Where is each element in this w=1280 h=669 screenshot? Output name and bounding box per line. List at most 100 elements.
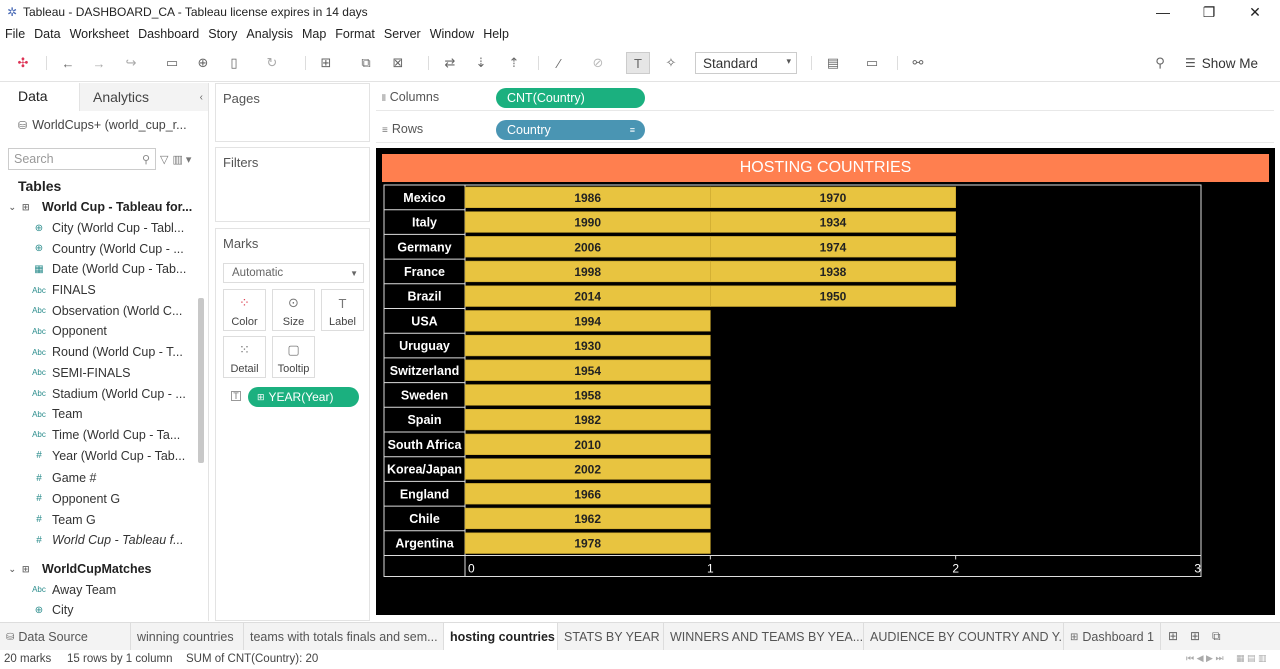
field-item[interactable]: # World Cup - Tableau f... xyxy=(0,530,195,551)
duplicate-icon[interactable]: ⧉ xyxy=(356,53,376,73)
row-header-label: Mexico xyxy=(403,191,446,205)
field-item[interactable]: Abc Stadium (World Cup - ... xyxy=(0,383,195,404)
collapse-chevron-icon[interactable]: ‹ xyxy=(200,92,203,103)
menu-analysis[interactable]: Analysis xyxy=(246,27,293,41)
field-item[interactable]: Abc Opponent xyxy=(0,321,195,342)
menu-story[interactable]: Story xyxy=(208,27,237,41)
tableau-icon[interactable]: ✣ xyxy=(14,53,32,73)
undo-icon[interactable]: ← xyxy=(58,53,78,73)
field-item[interactable]: ▦ Date (World Cup - Tab... xyxy=(0,259,195,280)
new-worksheet-tab-icon[interactable]: ⊞ xyxy=(1168,629,1178,643)
view-options-icon[interactable]: ▥ ▾ xyxy=(172,153,191,166)
color-button[interactable]: ⁘ Color xyxy=(223,289,266,331)
save-icon[interactable]: ▭ xyxy=(162,53,182,73)
year-label-pill[interactable]: ⊞ YEAR(Year) xyxy=(248,387,359,407)
presentation-icon[interactable]: ▭ xyxy=(862,53,882,73)
field-item[interactable]: # Opponent G xyxy=(0,489,195,510)
tab-audience-by-country[interactable]: AUDIENCE BY COUNTRY AND Y... xyxy=(864,623,1064,651)
field-item[interactable]: ⊕ City xyxy=(0,600,195,621)
fit-select-value: Standard xyxy=(703,55,758,71)
rows-shelf[interactable]: ≡ Rows Country ≡ xyxy=(376,115,1274,143)
scrollbar[interactable] xyxy=(198,298,204,463)
mark-type-select[interactable]: Automatic ▼ xyxy=(223,263,364,283)
tab-stats-by-year[interactable]: STATS BY YEAR xyxy=(558,623,664,651)
tab-winners-and-teams[interactable]: WINNERS AND TEAMS BY YEA... xyxy=(664,623,864,651)
pages-card[interactable]: Pages xyxy=(215,83,370,142)
field-item[interactable]: ⊕ Country (World Cup - ... xyxy=(0,238,195,259)
chevron-down-icon[interactable]: ⌄ xyxy=(0,564,16,575)
color-icon: ⁘ xyxy=(239,295,250,310)
menu-worksheet[interactable]: Worksheet xyxy=(70,27,130,41)
menu-format[interactable]: Format xyxy=(335,27,375,41)
tooltip-label: Tooltip xyxy=(277,363,310,375)
tooltip-button[interactable]: ▢ Tooltip xyxy=(272,336,315,378)
replay-icon[interactable]: ↪ xyxy=(121,53,141,73)
filters-card[interactable]: Filters xyxy=(215,147,370,222)
new-datasource-icon[interactable]: ⊕ xyxy=(193,53,213,73)
field-item[interactable]: Abc Away Team xyxy=(0,579,195,600)
clear-sheet-icon[interactable]: ⊠ xyxy=(388,53,408,73)
menu-window[interactable]: Window xyxy=(430,27,474,41)
field-item[interactable]: # Team G xyxy=(0,509,195,530)
cards-icon[interactable]: ▤ xyxy=(822,53,844,73)
share-icon[interactable]: ⚯ xyxy=(908,53,928,73)
field-item[interactable]: Abc Observation (World C... xyxy=(0,300,195,321)
table-group[interactable]: ⌄ ⊞ WorldCupMatches xyxy=(0,559,195,580)
minimize-icon[interactable]: — xyxy=(1140,0,1186,24)
tab-winning-countries[interactable]: winning countries xyxy=(131,623,244,651)
fit-select[interactable]: Standard ▾ xyxy=(695,52,797,74)
menu-dashboard[interactable]: Dashboard xyxy=(138,27,199,41)
field-item[interactable]: Abc Time (World Cup - Ta... xyxy=(0,425,195,446)
highlight-icon[interactable]: ∕ xyxy=(549,53,569,73)
abc-icon: Abc xyxy=(32,285,46,295)
table-group[interactable]: ⌄ ⊞ World Cup - Tableau for... xyxy=(0,197,195,218)
refresh-icon[interactable]: ↻ xyxy=(262,53,282,73)
field-item[interactable]: Abc Round (World Cup - T... xyxy=(0,342,195,363)
field-item[interactable]: ⊕ City (World Cup - Tabl... xyxy=(0,218,195,239)
swap-icon[interactable]: ⇄ xyxy=(440,53,460,73)
new-story-tab-icon[interactable]: ⧉ xyxy=(1212,629,1221,644)
filter-icon[interactable]: ▽ xyxy=(160,153,168,166)
cnt-country-pill[interactable]: CNT(Country) xyxy=(496,88,645,108)
tab-data[interactable]: Data xyxy=(0,83,79,111)
sheet-nav-icon[interactable]: ⏮ ◀ ▶ ⏭ xyxy=(1186,653,1224,664)
fix-axes-icon[interactable]: ✧ xyxy=(661,53,681,73)
tab-teams-with-totals[interactable]: teams with totals finals and sem... xyxy=(244,623,444,651)
columns-shelf[interactable]: ⫴ Columns CNT(Country) xyxy=(376,83,1274,111)
tab-dashboard-1[interactable]: ⊞ Dashboard 1 xyxy=(1064,623,1161,651)
country-pill[interactable]: Country ≡ xyxy=(496,120,645,140)
sort-ascending-icon[interactable]: ⇣ xyxy=(471,53,491,73)
detail-button[interactable]: ⁙ Detail xyxy=(223,336,266,378)
datasource-item[interactable]: ⛁ WorldCups+ (world_cup_r... xyxy=(0,111,208,139)
menu-help[interactable]: Help xyxy=(483,27,509,41)
field-item[interactable]: Abc Team xyxy=(0,404,195,425)
chevron-down-icon[interactable]: ⌄ xyxy=(0,202,16,213)
label-button[interactable]: T Label xyxy=(321,289,364,331)
menu-file[interactable]: File xyxy=(5,27,25,41)
menu-map[interactable]: Map xyxy=(302,27,326,41)
show-labels-icon[interactable]: T xyxy=(626,52,650,74)
format-painter-icon[interactable]: ⚲ xyxy=(1150,53,1170,73)
search-input[interactable]: Search ⚲ xyxy=(8,148,156,170)
new-dashboard-tab-icon[interactable]: ⊞ xyxy=(1190,629,1200,643)
view-toggle-icon[interactable]: ▦ ▤ ▥ xyxy=(1236,653,1267,664)
sort-descending-icon[interactable]: ⇡ xyxy=(504,53,524,73)
close-icon[interactable]: ✕ xyxy=(1232,0,1278,24)
pause-updates-icon[interactable]: ▯ xyxy=(224,53,244,73)
field-item[interactable]: # Year (World Cup - Tab... xyxy=(0,445,195,466)
size-button[interactable]: ⊙ Size xyxy=(272,289,315,331)
field-item[interactable]: # Game # xyxy=(0,468,195,489)
bar-label: 2010 xyxy=(574,438,601,452)
redo-icon[interactable]: → xyxy=(89,53,109,73)
field-item[interactable]: Abc FINALS xyxy=(0,280,195,301)
tab-hosting-countries[interactable]: hosting countries xyxy=(444,623,558,651)
menu-server[interactable]: Server xyxy=(384,27,421,41)
tab-analytics[interactable]: Analytics ‹ xyxy=(79,83,208,111)
restore-icon[interactable]: ❐ xyxy=(1186,0,1232,24)
new-worksheet-icon[interactable]: ⊞ xyxy=(316,53,336,73)
show-me-button[interactable]: ☰ Show Me xyxy=(1185,53,1258,73)
field-item[interactable]: Abc SEMI-FINALS xyxy=(0,363,195,384)
group-icon[interactable]: ⊘ xyxy=(588,53,608,73)
menu-data[interactable]: Data xyxy=(34,27,60,41)
tab-data-source[interactable]: ⛁ Data Source xyxy=(0,623,131,651)
